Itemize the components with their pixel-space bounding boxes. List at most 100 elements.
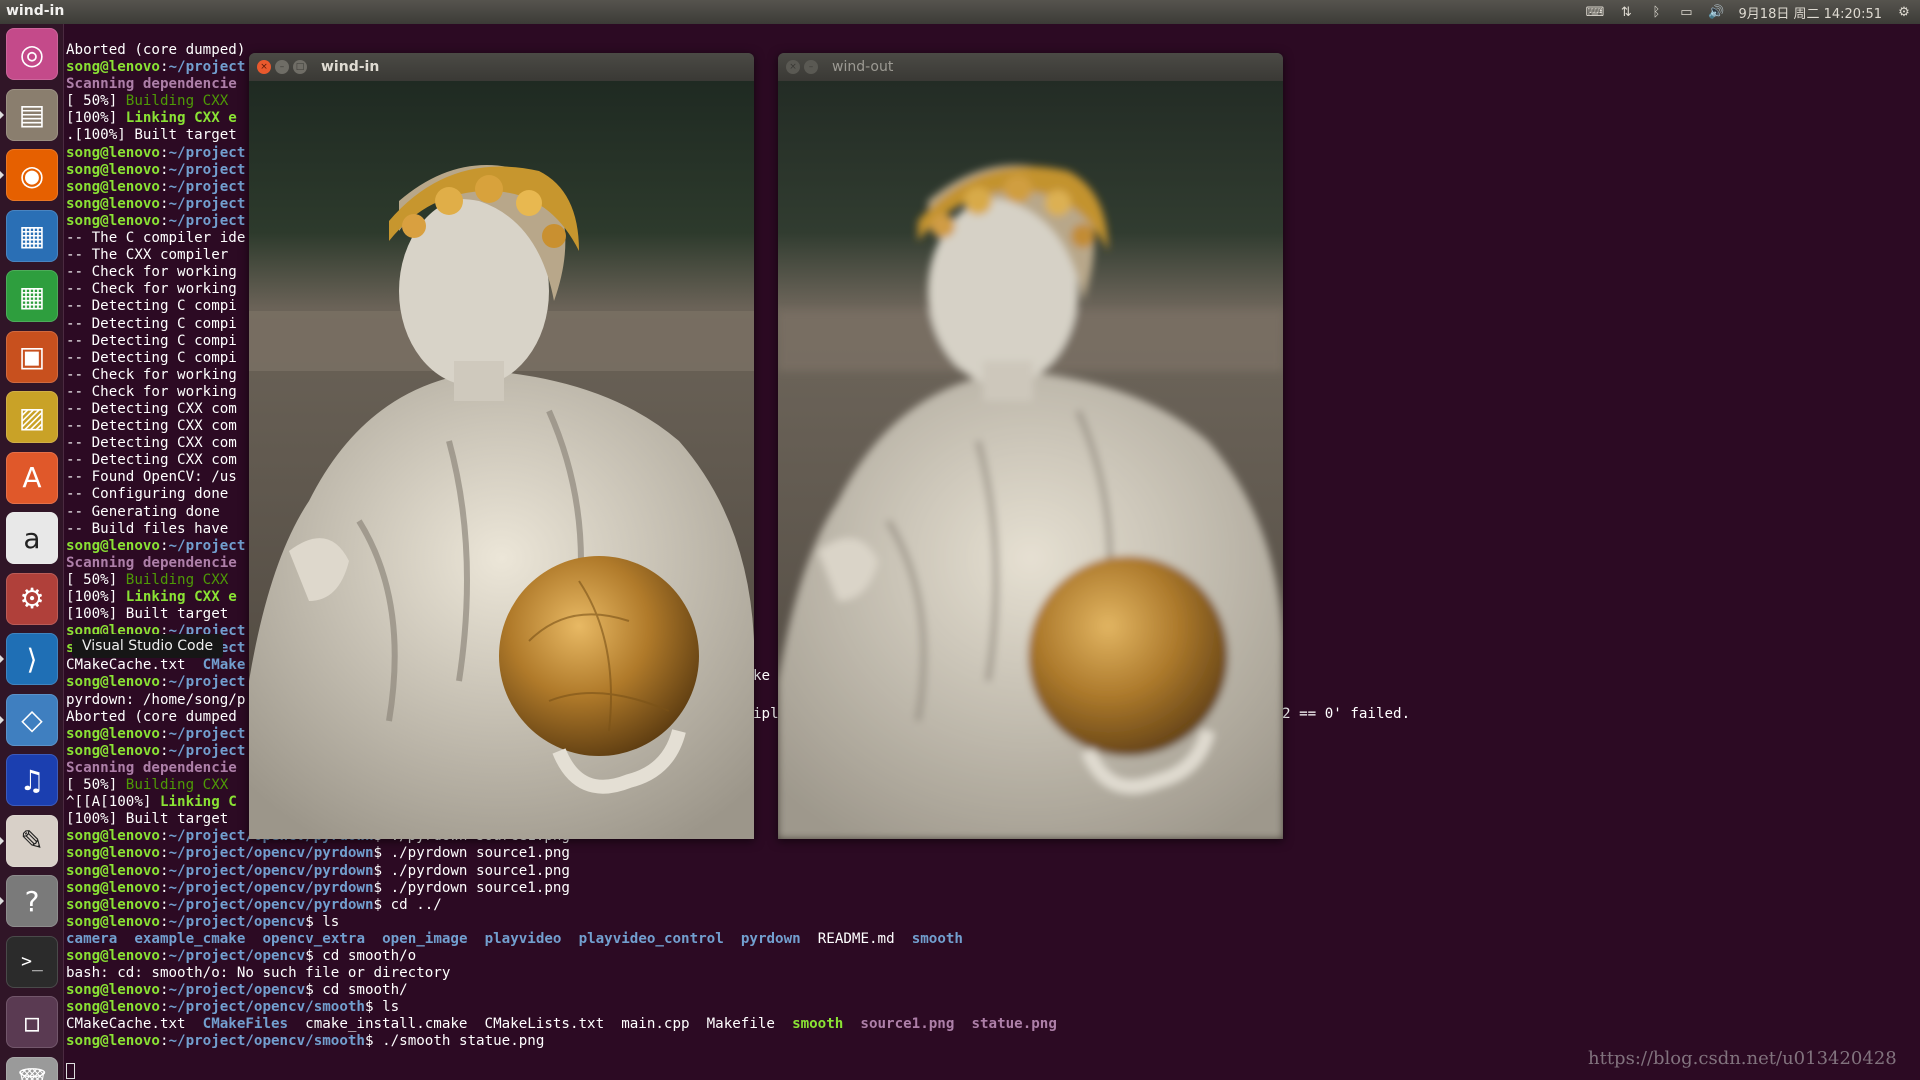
launcher-item-software-center[interactable]: A [6, 451, 58, 504]
terminal-line: song@lenovo:~/project/opencv$ ls [66, 914, 1920, 931]
terminal-line: song@lenovo:~/project/opencv/pyrdown$ ./… [66, 863, 1920, 880]
terminal-text: -- Detecting CXX com [66, 418, 237, 435]
running-indicator [0, 655, 4, 663]
terminal-text: -- Configuring done [66, 486, 229, 503]
terminal-text: [ 50%] [66, 93, 126, 110]
terminal-text: playvideo_control [578, 930, 724, 947]
bluetooth-icon[interactable]: ᛒ [1648, 5, 1664, 20]
terminal-text: -- Detecting C compi [66, 315, 237, 332]
launcher-item-help[interactable]: ? [6, 875, 58, 927]
image-canvas-blurred [778, 81, 1283, 839]
terminal-text: song@lenovo [66, 144, 160, 161]
launcher-item-libreoffice-writer[interactable]: ▦ [6, 209, 58, 262]
terminal-text: pyrdown: /home/song/p [66, 691, 246, 708]
terminal-text: smooth [911, 930, 963, 947]
keyboard-icon[interactable]: ⌨ [1586, 5, 1605, 20]
terminal-text: : [159, 913, 169, 930]
terminal-line: song@lenovo:~/project/opencv/pyrdown$ ./… [66, 845, 1920, 862]
terminal-text: : [159, 879, 169, 896]
terminal-text: song@lenovo [66, 178, 160, 195]
launcher-tooltip: Visual Studio Code [72, 634, 224, 658]
window-titlebar[interactable]: × – □ wind-in [249, 53, 754, 81]
maximize-icon[interactable]: □ [293, 60, 307, 74]
launcher-item-system-settings[interactable]: ⚙ [6, 572, 58, 625]
image-window-wind-out[interactable]: × – wind-out [778, 53, 1283, 839]
launcher-item-pdf-viewer[interactable]: ✎ [6, 814, 58, 867]
terminal-text: ~/project [168, 178, 246, 195]
terminal-line: bash: cd: smooth/o: No such file or dire… [66, 965, 1920, 982]
clock[interactable]: 9月18日 周二 14:20:51 [1739, 3, 1882, 22]
terminal-text: opencv_extra [262, 930, 365, 947]
terminal-text: $ cd smooth/o [305, 947, 417, 964]
terminal-text: : [159, 1033, 169, 1050]
terminal-text: cmake_install.cmake CMakeLists.txt main.… [288, 1016, 793, 1033]
terminal-text: $ cd smooth/ [305, 982, 408, 999]
terminal-text: ~/project/opencv/pyrdown [168, 845, 374, 862]
terminal-line: song@lenovo:~/project/opencv$ cd smooth/ [66, 982, 1920, 999]
launcher-item-libreoffice-calc[interactable]: ▦ [6, 270, 58, 322]
launcher-item-visual-studio-code[interactable]: ⟩ [6, 633, 58, 685]
terminal-text: ~/project/opencv/pyrdown [168, 879, 374, 896]
launcher-item-workspaces[interactable]: ▫ [6, 996, 58, 1048]
terminal-text: song@lenovo [66, 1033, 160, 1050]
terminal-text: -- Check for working [66, 281, 237, 298]
running-indicator [0, 836, 4, 845]
terminal-text: ~/project/opencv [168, 982, 306, 999]
terminal-text: bash: cd: smooth/o: No such file or dire… [66, 965, 451, 982]
terminal-cursor [66, 1063, 75, 1079]
battery-icon[interactable]: ▭ [1678, 5, 1694, 20]
terminal-text: : [159, 947, 169, 964]
terminal-text: -- The C compiler ide [66, 230, 246, 247]
terminal-text: : [159, 896, 169, 913]
terminal-text: -- Build files have [66, 520, 237, 537]
window-titlebar[interactable]: × – wind-out [778, 53, 1283, 81]
terminal-text: ~/project/opencv/smooth [168, 999, 365, 1016]
terminal-text: song@lenovo [66, 879, 160, 896]
terminal-text: song@lenovo [66, 862, 160, 879]
terminal-text: song@lenovo [66, 195, 160, 212]
terminal-text: song@lenovo [66, 845, 160, 862]
running-indicator [0, 897, 4, 905]
launcher-item-firefox[interactable]: ◉ [6, 149, 58, 201]
terminal-text: $ ls [305, 913, 340, 930]
launcher-item-audacity[interactable]: ♫ [6, 754, 58, 806]
minimize-icon[interactable]: – [275, 60, 289, 74]
launcher-item-image-viewer[interactable]: ▨ [6, 391, 58, 443]
terminal-text: [100%] Built target [66, 811, 237, 828]
terminal-text: ~/project [168, 59, 246, 76]
terminal-text: open_image [382, 930, 468, 947]
launcher-item-ubuntu-dash[interactable]: ◎ [6, 28, 58, 80]
image-window-wind-in[interactable]: × – □ wind-in [249, 53, 754, 839]
terminal-text: CMakeCache.txt [66, 657, 203, 674]
terminal-text: Scanning dependencie [66, 759, 237, 776]
terminal-text: Aborted (core dumped) [66, 42, 246, 58]
terminal-text-fragment: 2 == 0' failed. [1282, 706, 1411, 722]
launcher-item-files[interactable]: ▤ [6, 88, 58, 141]
terminal-text: -- Detecting CXX com [66, 452, 237, 469]
launcher-item-virtualbox[interactable]: ◇ [6, 693, 58, 746]
wrench-gear-icon: ⚙ [19, 582, 45, 615]
terminal-text: $ ./pyrdown source1.png [373, 845, 570, 862]
launcher-item-terminal[interactable]: >_ [6, 935, 58, 988]
terminal-text: song@lenovo [66, 59, 160, 76]
gear-icon[interactable]: ⚙ [1896, 5, 1912, 20]
terminal-text: Scanning dependencie [66, 554, 237, 571]
launcher-item-amazon[interactable]: a [6, 512, 58, 564]
minimize-icon[interactable]: – [804, 60, 818, 74]
terminal-text: : [159, 212, 169, 229]
launcher-item-trash[interactable]: 🗑 [6, 1056, 58, 1080]
launcher-item-libreoffice-impress[interactable]: ▣ [6, 330, 58, 383]
terminal-text: $ ls [364, 999, 400, 1016]
volume-icon[interactable]: 🔊 [1708, 5, 1724, 20]
network-icon[interactable]: ⇅ [1618, 5, 1634, 20]
terminal-text: : [159, 845, 169, 862]
trash-icon: 🗑 [14, 1066, 50, 1080]
close-icon[interactable]: × [786, 60, 800, 74]
spreadsheet-icon: ▦ [18, 279, 46, 313]
close-icon[interactable]: × [257, 60, 271, 74]
terminal-text: $ cd ../ [373, 896, 442, 913]
window-title: wind-in [321, 59, 380, 75]
terminal-text: : [159, 742, 169, 759]
terminal-text: [ 50%] [66, 571, 126, 588]
